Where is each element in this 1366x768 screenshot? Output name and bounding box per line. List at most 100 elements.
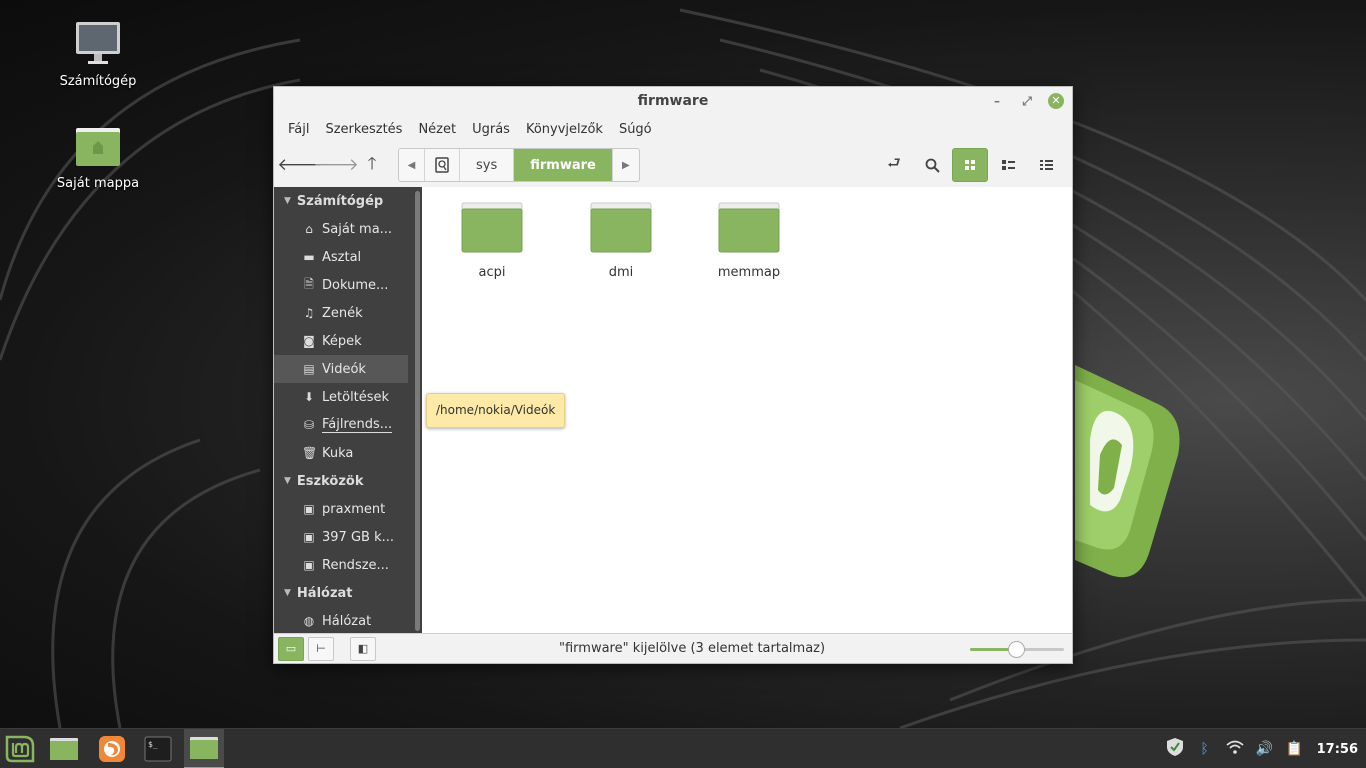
location-entry-icon: ⮐ xyxy=(887,153,901,172)
folder-label: memmap xyxy=(717,265,781,280)
menu-bookmarks[interactable]: Könyvjelzők xyxy=(518,122,611,137)
sidebar-item-trash[interactable]: 🗑 Kuka xyxy=(274,439,422,467)
search-icon xyxy=(925,158,940,173)
sidebar-scrollbar[interactable] xyxy=(415,191,420,631)
arrow-up-icon: 🡑 xyxy=(367,153,377,174)
system-tray: ᛒ 🔊 📋 17:56 xyxy=(1165,729,1358,768)
tree-icon: ⊢ xyxy=(316,642,326,655)
menu-bar: Fájl Szerkesztés Nézet Ugrás Könyvjelzők… xyxy=(274,115,1072,143)
sidebar-item-videos[interactable]: ▤ Videók xyxy=(274,355,408,383)
triangle-down-icon: ▼ xyxy=(284,588,291,598)
folder-item[interactable]: acpi xyxy=(447,201,537,280)
sidebar-item-network[interactable]: ◍ Hálózat xyxy=(274,607,422,634)
sidebar-item-music[interactable]: ♫ Zenék xyxy=(274,299,422,327)
taskbar-terminal[interactable]: $_ xyxy=(138,729,178,768)
disk-icon: ▣ xyxy=(303,558,315,572)
toolbar: 🡐 🡒 🡑 ◀ sys firmware ▶ ⮐ xyxy=(274,143,1072,187)
zoom-slider-handle[interactable] xyxy=(1008,641,1025,658)
sidebar-item-filesystem[interactable]: ⛁ Fájlrends... xyxy=(274,411,422,439)
list-view-button[interactable] xyxy=(990,148,1026,182)
sidebar-section-devices[interactable]: ▼ Eszközök xyxy=(274,467,422,495)
search-button[interactable] xyxy=(914,148,950,182)
folder-icon xyxy=(718,201,780,253)
status-text: "firmware" kijelölve (3 elemet tartalmaz… xyxy=(559,641,826,656)
sidebar-item-device[interactable]: ▣ Rendsze... xyxy=(274,551,422,579)
file-manager-window: firmware – ⤢ ✕ Fájl Szerkesztés Nézet Ug… xyxy=(273,86,1073,664)
triangle-down-icon: ▼ xyxy=(284,196,291,206)
sidebar-item-desktop[interactable]: ▬ Asztal xyxy=(274,243,422,271)
taskbar-show-desktop[interactable] xyxy=(44,729,84,768)
menu-go[interactable]: Ugrás xyxy=(464,122,518,137)
desktop-icon-label: Számítógép xyxy=(59,74,137,89)
path-segment-sys[interactable]: sys xyxy=(460,149,515,181)
desktop-icon-computer[interactable]: Számítógép xyxy=(38,20,158,89)
menu-view[interactable]: Nézet xyxy=(410,122,464,137)
minimize-button[interactable]: – xyxy=(988,92,1006,110)
triangle-down-icon: ▼ xyxy=(284,476,291,486)
path-segment-firmware[interactable]: firmware xyxy=(514,149,613,181)
forward-button[interactable]: 🡒 xyxy=(313,148,359,182)
hide-sidebar-button[interactable]: ◧ xyxy=(350,636,376,661)
folder-item[interactable]: memmap xyxy=(704,201,794,280)
sidebar-item-device[interactable]: ▣ praxment xyxy=(274,495,422,523)
path-root-button[interactable] xyxy=(425,149,460,181)
grid-icon xyxy=(965,160,975,170)
zoom-slider[interactable] xyxy=(970,641,1064,658)
sidebar-item-pictures[interactable]: ◙ Képek xyxy=(274,327,422,355)
film-icon: ▤ xyxy=(303,362,315,376)
sidebar: ▼ Számítógép ⌂ Saját ma... ▬ Asztal 🗎 Dokume… xyxy=(274,187,422,634)
desktop-folder-icon: ▬ xyxy=(303,250,315,264)
maximize-button[interactable]: ⤢ xyxy=(1018,92,1036,110)
arrow-right-icon: 🡒 xyxy=(313,155,359,175)
clipboard-icon[interactable]: 📋 xyxy=(1285,741,1305,757)
path-scroll-left[interactable]: ◀ xyxy=(399,149,425,181)
icon-view-button[interactable] xyxy=(952,148,988,182)
folder-icon xyxy=(50,738,78,760)
globe-icon: ◍ xyxy=(303,614,315,628)
document-icon: 🗎 xyxy=(304,276,314,291)
close-button[interactable]: ✕ xyxy=(1048,93,1064,109)
sidebar-toggle-icon: ◧ xyxy=(357,642,369,655)
bluetooth-icon[interactable]: ᛒ xyxy=(1195,741,1215,757)
toggle-location-button[interactable]: ⮐ xyxy=(876,148,912,182)
folder-item[interactable]: dmi xyxy=(576,201,666,280)
sidebar-section-network[interactable]: ▼ Hálózat xyxy=(274,579,422,607)
desktop-icon-home[interactable]: Saját mappa xyxy=(38,122,158,191)
show-treeview-button[interactable]: ⊢ xyxy=(308,636,334,661)
camera-icon: ◙ xyxy=(303,334,315,348)
show-places-button[interactable]: ▭ xyxy=(278,636,304,661)
window-titlebar[interactable]: firmware – ⤢ ✕ xyxy=(274,87,1072,115)
music-icon: ♫ xyxy=(303,306,315,320)
menu-file[interactable]: Fájl xyxy=(280,122,317,137)
taskbar-firefox[interactable] xyxy=(92,729,132,768)
path-bar: ◀ sys firmware ▶ xyxy=(398,148,640,182)
list-icon xyxy=(1001,160,1015,170)
trash-icon: 🗑 xyxy=(302,446,318,460)
sidebar-section-computer[interactable]: ▼ Számítógép xyxy=(274,187,422,215)
drive-icon: ⛁ xyxy=(303,418,315,432)
clock[interactable]: 17:56 xyxy=(1317,742,1358,757)
start-menu-button[interactable] xyxy=(0,729,40,768)
volume-icon[interactable]: 🔊 xyxy=(1255,741,1275,757)
sidebar-item-home[interactable]: ⌂ Saját ma... xyxy=(274,215,422,243)
folder-icon xyxy=(590,201,652,253)
window-title: firmware xyxy=(637,93,709,109)
folder-small-icon: ▭ xyxy=(285,642,297,655)
folder-label: acpi xyxy=(478,265,506,280)
up-button[interactable]: 🡑 xyxy=(354,148,390,182)
path-scroll-right[interactable]: ▶ xyxy=(613,149,639,181)
disk-icon: ▣ xyxy=(303,502,315,516)
menu-help[interactable]: Súgó xyxy=(611,122,660,137)
sidebar-item-documents[interactable]: 🗎 Dokume... xyxy=(274,271,422,299)
menu-edit[interactable]: Szerkesztés xyxy=(317,122,410,137)
sidebar-item-downloads[interactable]: ⬇ Letöltések xyxy=(274,383,422,411)
wifi-icon[interactable] xyxy=(1225,740,1245,758)
folder-icon xyxy=(461,201,523,253)
compact-view-button[interactable] xyxy=(1028,148,1064,182)
sidebar-item-device[interactable]: ▣ 397 GB k... xyxy=(274,523,422,551)
shield-icon[interactable] xyxy=(1165,737,1185,761)
taskbar-file-manager[interactable] xyxy=(184,729,224,768)
status-bar: ▭ ⊢ ◧ "firmware" kijelölve (3 elemet tar… xyxy=(274,633,1072,663)
disk-icon: ▣ xyxy=(303,530,315,544)
triangle-left-icon: ◀ xyxy=(407,159,416,171)
